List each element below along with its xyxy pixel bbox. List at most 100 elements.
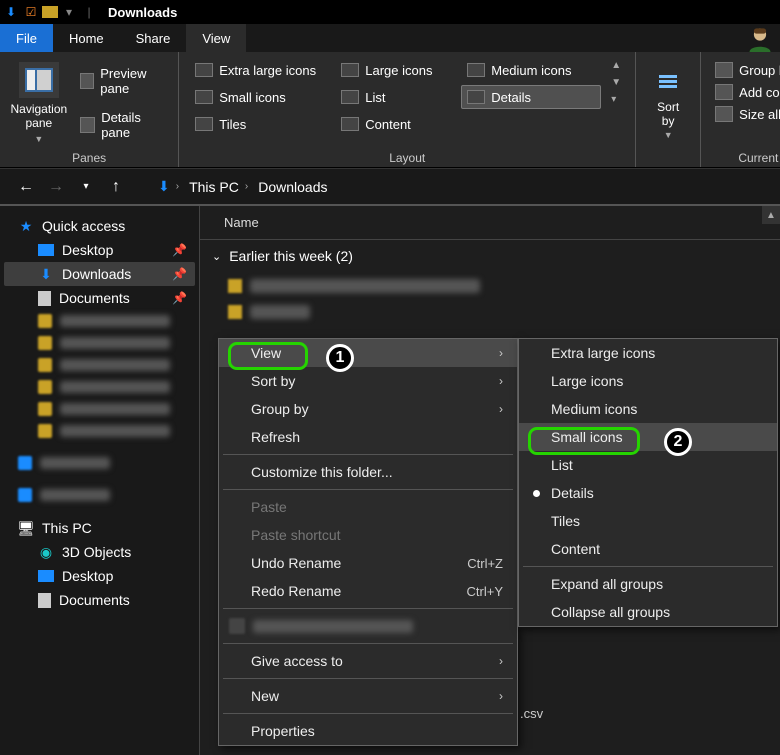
size-all-columns-button[interactable]: Size all column (711, 104, 780, 124)
pin-icon: 📌 (172, 243, 187, 257)
step-badge-1: 1 (326, 344, 354, 372)
sub-large-icons[interactable]: Large icons (519, 367, 777, 395)
sub-extra-large-icons[interactable]: Extra large icons (519, 339, 777, 367)
list-icon (341, 90, 359, 104)
ctx-view[interactable]: View› (219, 339, 517, 367)
window-check-icon: ☑ (22, 3, 40, 21)
sub-tiles[interactable]: Tiles (519, 507, 777, 535)
large-icons-icon (341, 63, 359, 77)
ribbon-group-panes-label: Panes (10, 147, 168, 165)
sub-list[interactable]: List (519, 451, 777, 479)
window-separator-icon: ▾ (60, 3, 78, 21)
ribbon-group-sort-spacer (646, 147, 690, 165)
ctx-blurred-app[interactable] (219, 612, 517, 640)
tree-documents-2[interactable]: Documents (4, 588, 195, 612)
ctx-redo-rename[interactable]: Redo RenameCtrl+Y (219, 577, 517, 605)
menu-view[interactable]: View (186, 24, 246, 52)
nav-up-button[interactable]: ↑ (106, 177, 126, 197)
file-row-blurred[interactable] (228, 274, 780, 298)
tree-blurred-item[interactable] (4, 452, 195, 474)
navigation-pane-button[interactable]: Navigation pane ▼ (10, 58, 68, 147)
group-by-button[interactable]: Group by▾ (711, 60, 780, 80)
desktop-icon (38, 244, 54, 256)
layout-list[interactable]: List (335, 85, 455, 109)
nav-back-button[interactable]: ← (16, 177, 36, 197)
ctx-group-by[interactable]: Group by› (219, 395, 517, 423)
ctx-refresh[interactable]: Refresh (219, 423, 517, 451)
sub-expand-all-groups[interactable]: Expand all groups (519, 570, 777, 598)
menu-share[interactable]: Share (120, 24, 187, 52)
ctx-customize-folder[interactable]: Customize this folder... (219, 458, 517, 486)
tree-blurred-item[interactable] (4, 310, 195, 332)
sort-by-button[interactable]: Sort by ▼ (646, 58, 690, 147)
tree-desktop-2[interactable]: Desktop (4, 564, 195, 588)
add-columns-button[interactable]: Add columns▾ (711, 82, 780, 102)
title-bar: ⬇ ☑ ▾ | Downloads (0, 0, 780, 24)
breadcrumb-root-icon[interactable]: ⬇› (158, 178, 179, 195)
ctx-separator (223, 454, 513, 455)
tree-downloads[interactable]: ⬇ Downloads 📌 (4, 262, 195, 286)
layout-expand-icon[interactable]: ▾ (611, 94, 621, 105)
extra-large-icons-icon (195, 63, 213, 77)
sub-details[interactable]: Details (519, 479, 777, 507)
chevron-right-icon: › (499, 654, 503, 668)
tree-documents[interactable]: Documents 📌 (4, 286, 195, 310)
layout-small-icons[interactable]: Small icons (189, 85, 329, 109)
file-row-blurred[interactable] (228, 300, 780, 324)
add-columns-icon (715, 84, 733, 100)
column-header-name[interactable]: Name (200, 206, 780, 240)
tree-blurred-item[interactable] (4, 484, 195, 506)
details-icon (467, 90, 485, 104)
layout-medium-icons[interactable]: Medium icons (461, 58, 601, 82)
layout-large-icons[interactable]: Large icons (335, 58, 455, 82)
chevron-right-icon: › (499, 689, 503, 703)
group-header[interactable]: ⌄ Earlier this week (2) (200, 240, 780, 272)
sub-collapse-all-groups[interactable]: Collapse all groups (519, 598, 777, 626)
tree-desktop[interactable]: Desktop 📌 (4, 238, 195, 262)
menu-file[interactable]: File (0, 24, 53, 52)
tree-blurred-item[interactable] (4, 332, 195, 354)
nav-forward-button[interactable]: → (46, 177, 66, 197)
ctx-properties[interactable]: Properties (219, 717, 517, 745)
ctx-sort-by[interactable]: Sort by› (219, 367, 517, 395)
breadcrumb-downloads[interactable]: Downloads (258, 179, 327, 195)
tiles-icon (195, 117, 213, 131)
ctx-new[interactable]: New› (219, 682, 517, 710)
breadcrumb-this-pc[interactable]: This PC› (189, 179, 248, 195)
ctx-undo-rename[interactable]: Undo RenameCtrl+Z (219, 549, 517, 577)
folder-icon (228, 279, 242, 293)
pc-icon: 🖥 (18, 521, 34, 535)
tree-blurred-item[interactable] (4, 376, 195, 398)
ctx-separator (223, 608, 513, 609)
sub-small-icons[interactable]: Small icons (519, 423, 777, 451)
tree-blurred-item[interactable] (4, 354, 195, 376)
preview-pane-button[interactable]: Preview pane (74, 62, 169, 100)
tree-blurred-item[interactable] (4, 398, 195, 420)
details-pane-button[interactable]: Details pane (74, 106, 169, 144)
layout-scroll-up-icon[interactable]: ▲ (611, 60, 621, 71)
details-pane-icon (80, 117, 96, 133)
ribbon-group-current-view-label: Current view (711, 147, 780, 165)
sort-by-icon (652, 66, 684, 98)
context-menu: View› Sort by› Group by› Refresh Customi… (218, 338, 518, 746)
sub-content[interactable]: Content (519, 535, 777, 563)
layout-content[interactable]: Content (335, 112, 455, 136)
ribbon-group-panes: Navigation pane ▼ Preview pane Details p… (0, 52, 179, 167)
layout-extra-large-icons[interactable]: Extra large icons (189, 58, 329, 82)
scroll-up-icon[interactable]: ▲ (762, 206, 780, 224)
layout-tiles[interactable]: Tiles (189, 112, 329, 136)
pin-icon: 📌 (172, 267, 187, 281)
tree-quick-access[interactable]: ★ Quick access (4, 214, 195, 238)
menu-home[interactable]: Home (53, 24, 120, 52)
sub-medium-icons[interactable]: Medium icons (519, 395, 777, 423)
window-folder-icon (42, 6, 58, 18)
tree-this-pc[interactable]: 🖥 This PC (4, 516, 195, 540)
ctx-give-access-to[interactable]: Give access to› (219, 647, 517, 675)
tree-blurred-item[interactable] (4, 420, 195, 442)
preview-pane-label: Preview pane (100, 66, 162, 96)
layout-details[interactable]: Details (461, 85, 601, 109)
nav-recent-dropdown[interactable]: ▾ (76, 177, 96, 197)
layout-scroll-down-icon[interactable]: ▼ (611, 77, 621, 88)
tree-3d-objects[interactable]: ◉ 3D Objects (4, 540, 195, 564)
small-icons-icon (195, 90, 213, 104)
